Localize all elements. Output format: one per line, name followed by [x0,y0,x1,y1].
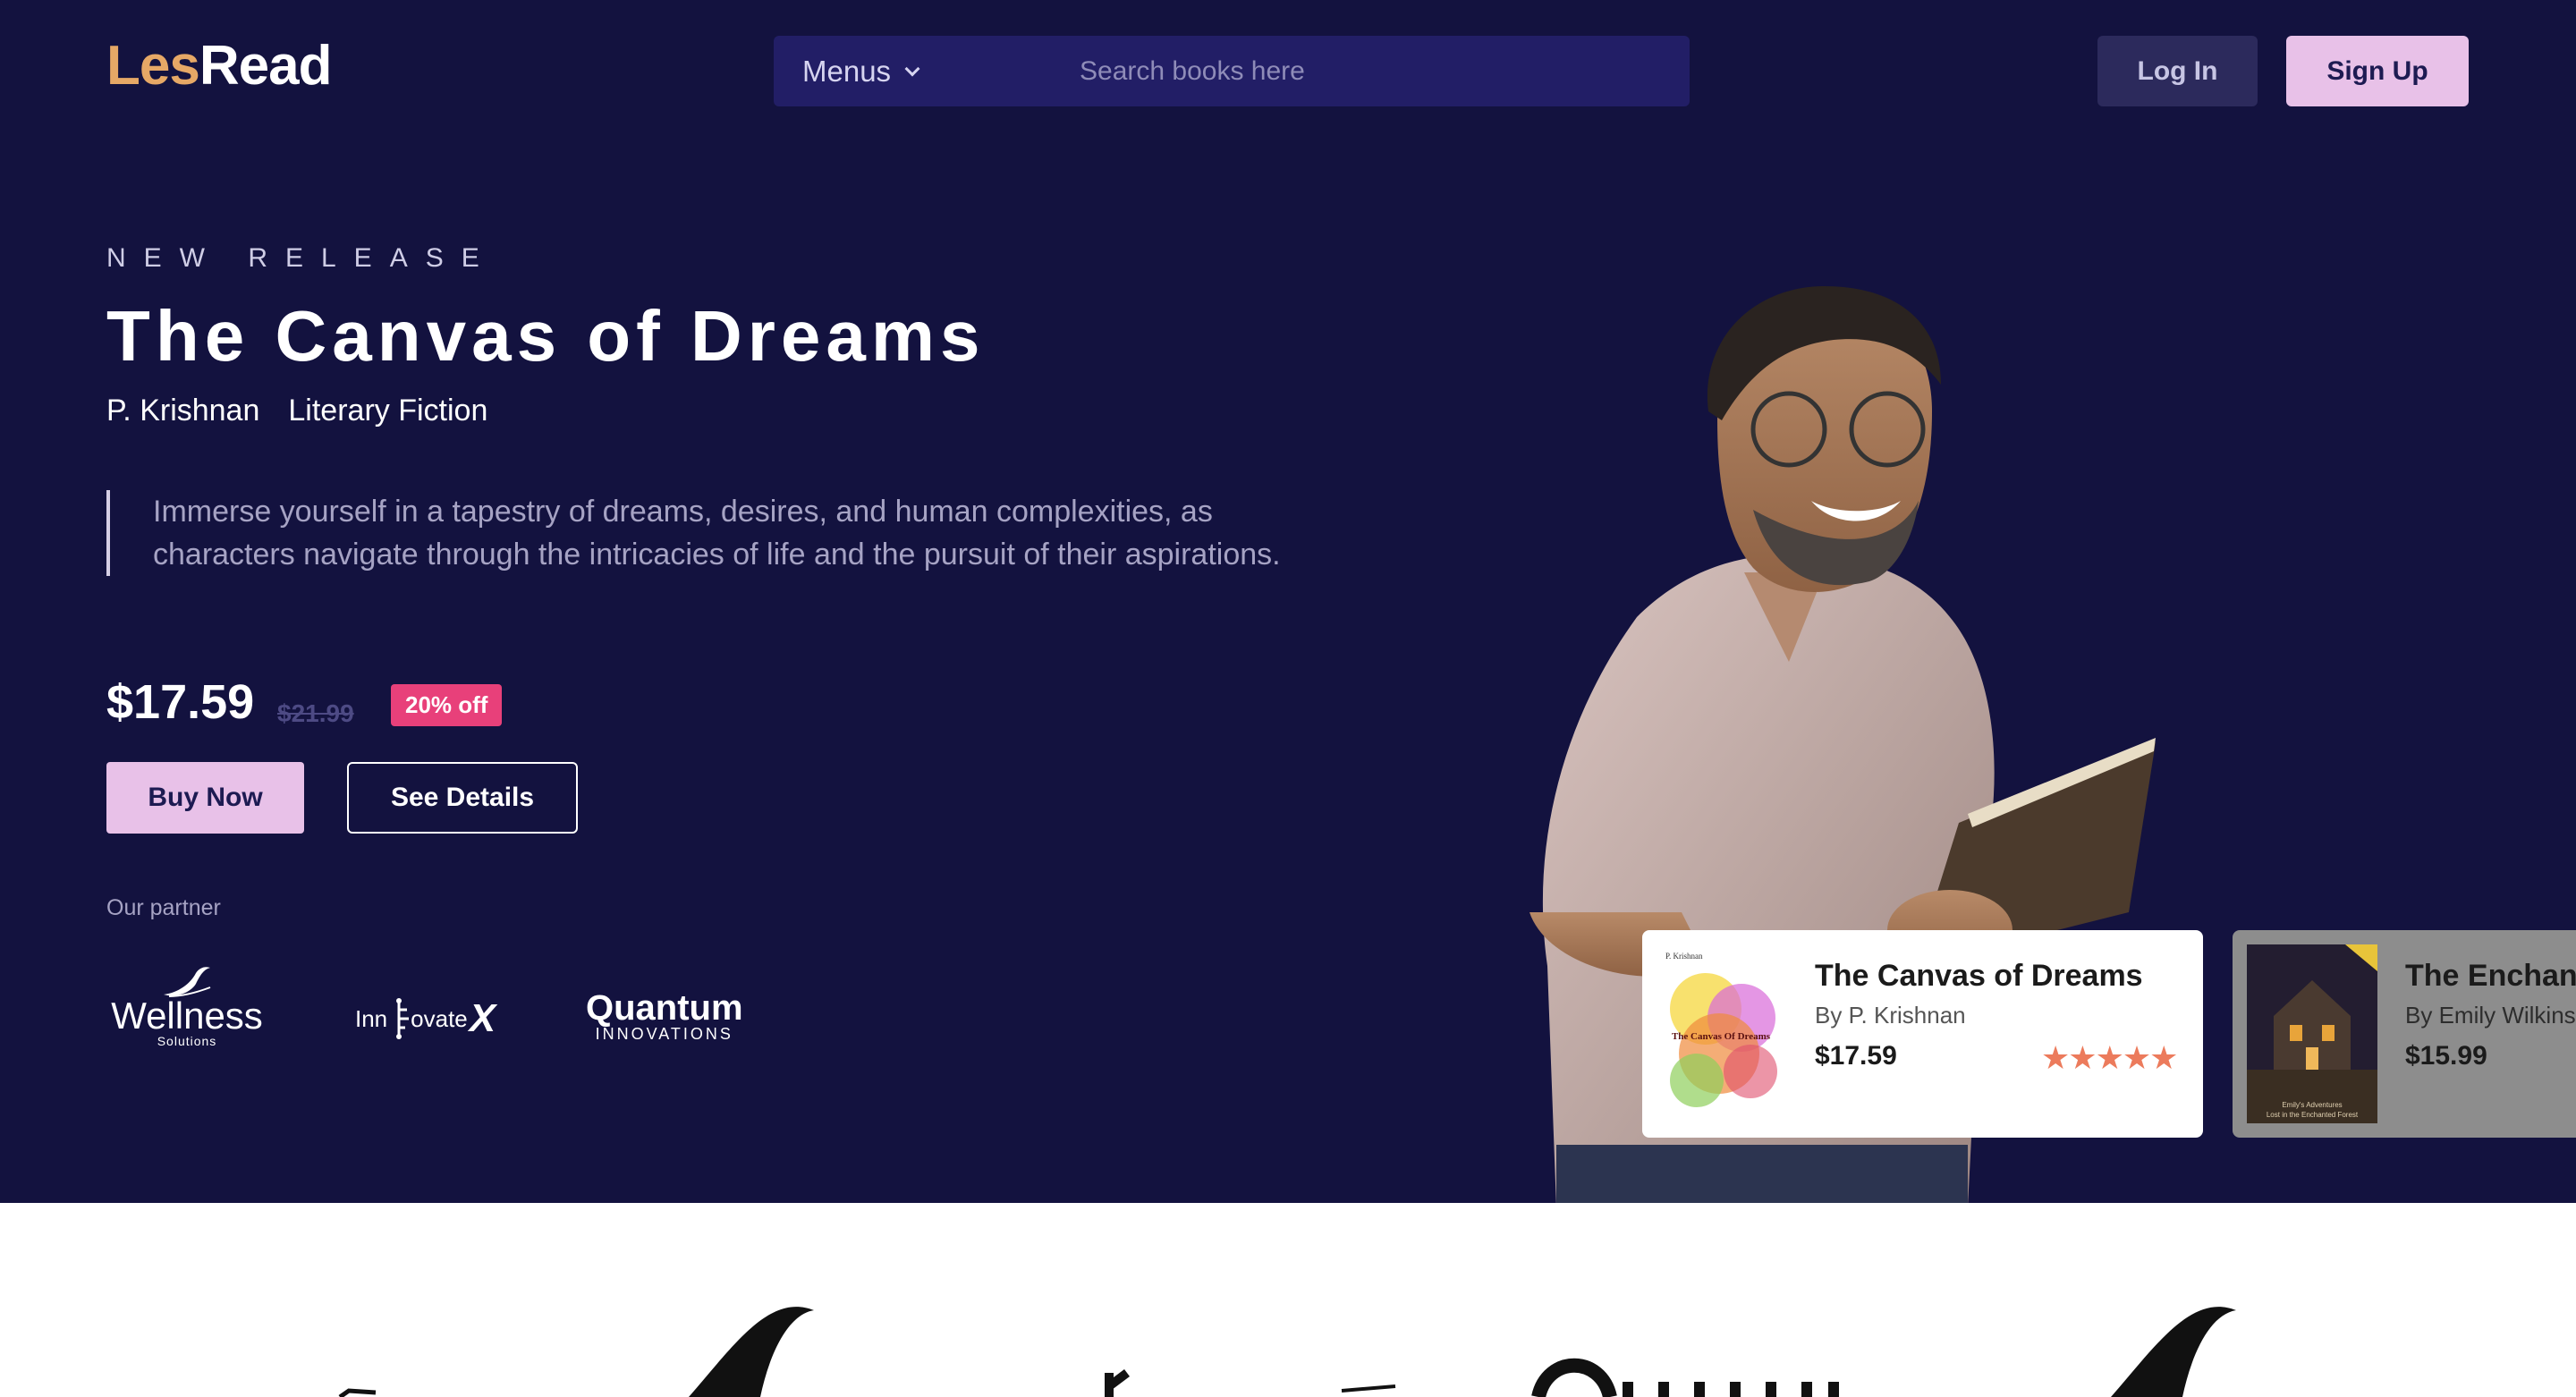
cover-title-text: The Canvas Of Dreams [1672,1031,1771,1042]
star-icon: ★ [2041,1039,2070,1076]
innovatex-x: X [469,996,496,1040]
quantum-name: Quantum [586,988,743,1028]
book-author: P. Krishnan [106,394,260,428]
brand-logo-part2: Read [199,35,333,97]
book-meta: P. Krishnan Literary Fiction [106,394,487,428]
card-price: $17.59 [1815,1041,1897,1071]
chevron-down-icon [904,61,920,76]
brand-logo-part1: Les [106,35,200,97]
login-button[interactable]: Log In [2097,36,2258,106]
innovatex-mid: ovate [411,1004,468,1032]
book-genre: Literary Fiction [288,394,488,428]
original-price: $21.99 [277,699,354,727]
brand-logo[interactable]: LesRead [106,34,333,97]
innovatex-circuit-icon [396,998,410,1039]
partner-logo-wellness: Wellness Solutions [106,966,267,1048]
current-price: $17.59 [106,675,255,729]
partner-label: Our partner [106,895,221,920]
partner-logo-innovatex: Inn ovate X [355,996,496,1041]
buy-now-button[interactable]: Buy Now [106,762,304,834]
book-cover-image: P. Krishnan The Canvas Of Dreams [1657,946,1785,1122]
hero-section: LesRead Menus Log In Sign Up NEW RELEASE… [0,0,2576,1203]
wellness-swoosh-icon [164,967,211,997]
wellness-name: Wellness [111,995,263,1037]
see-details-button[interactable]: See Details [347,762,578,834]
cover-author-text: P. Krishnan [1665,952,1703,961]
star-icon: ★ [2122,1039,2151,1076]
innovatex-pre: Inn [355,1004,388,1032]
card-price: $15.99 [2405,1041,2487,1071]
book-description: Immerse yourself in a tapestry of dreams… [106,490,1316,576]
star-rating: ★★★★★ [2041,1039,2178,1077]
signup-button[interactable]: Sign Up [2286,36,2469,106]
partner-logos-strip [338,1307,2236,1397]
book-title: The Canvas of Dreams [106,296,986,376]
cover2-line1: Emily's Adventures [2282,1101,2342,1109]
partner-logo-quantum: Quantum INNOVATIONS [586,988,743,1044]
new-release-label: NEW RELEASE [106,243,497,273]
book-card[interactable]: P. Krishnan The Canvas Of Dreams The Can… [1642,930,2203,1138]
search-bar: Menus [774,36,1690,106]
search-input[interactable] [1080,36,1652,106]
card-title: The Enchan [2405,959,2576,993]
book-card[interactable]: Emily's Adventures Lost in the Enchanted… [2233,930,2576,1138]
star-icon: ★ [2149,1039,2178,1076]
card-author: By Emily Wilkins [2405,1002,2576,1029]
quantum-sub: INNOVATIONS [595,1025,733,1043]
card-author: By P. Krishnan [1815,1002,1966,1029]
discount-badge: 20% off [391,684,503,726]
star-icon: ★ [2095,1039,2124,1076]
menus-label: Menus [802,54,892,88]
cover2-line2: Lost in the Enchanted Forest [2267,1111,2359,1119]
partners-strip [0,1203,2576,1397]
star-icon: ★ [2068,1039,2097,1076]
book-cover-image: Emily's Adventures Lost in the Enchanted… [2247,944,2377,1123]
menus-dropdown[interactable]: Menus [802,36,920,106]
card-title: The Canvas of Dreams [1815,959,2143,993]
